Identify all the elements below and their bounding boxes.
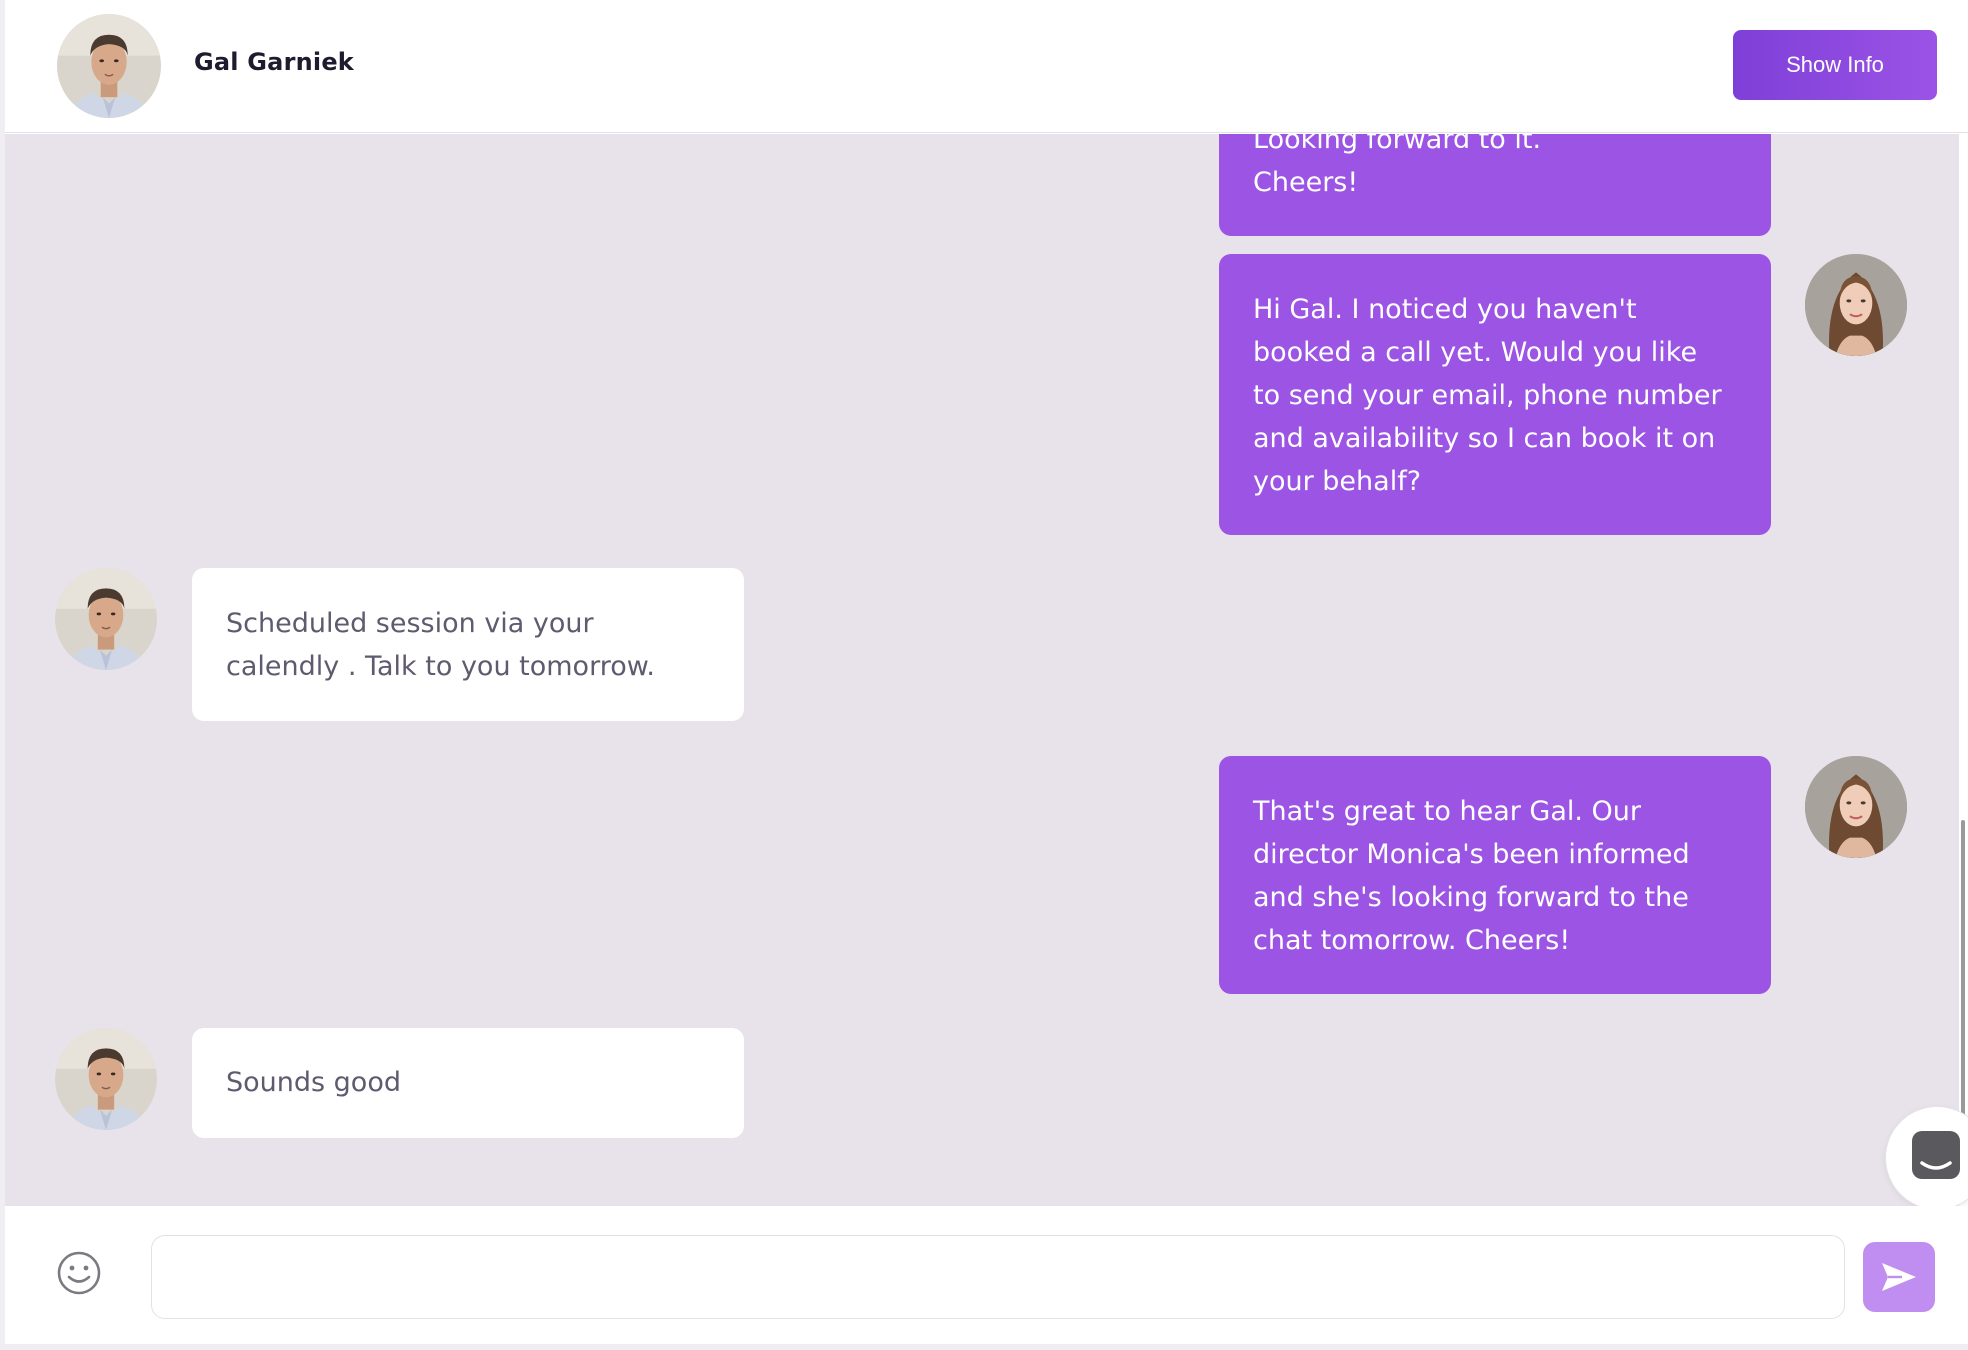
chat-bubble-icon (1912, 1131, 1960, 1179)
send-arrow-icon (1882, 1263, 1916, 1291)
scrollbar-thumb[interactable] (1961, 820, 1965, 1120)
message-list[interactable]: Looking forward to it. Cheers! Hi Gal. I… (5, 134, 1959, 1206)
message-bubble-outgoing: Looking forward to it. Cheers! (1219, 134, 1771, 236)
message-line: director Monica's been informed (1253, 839, 1690, 870)
agent-avatar (1805, 254, 1907, 356)
show-info-button[interactable]: Show Info (1733, 30, 1937, 100)
send-button[interactable] (1863, 1242, 1935, 1312)
agent-avatar (1805, 756, 1907, 858)
message-line: and she's looking forward to the (1253, 882, 1689, 913)
message-bubble-incoming: Sounds good (192, 1028, 744, 1138)
contact-message-avatar (55, 1028, 157, 1130)
message-line: Cheers! (1253, 167, 1359, 198)
message-line: and availability so I can book it on (1253, 423, 1716, 454)
message-line: That's great to hear Gal. Our (1253, 796, 1642, 827)
message-line: your behalf? (1253, 466, 1422, 497)
smiley-icon[interactable] (56, 1250, 102, 1296)
message-line: Hi Gal. I noticed you haven't (1253, 294, 1637, 325)
contact-avatar[interactable] (57, 14, 161, 118)
contact-name: Gal Garniek (194, 48, 354, 76)
message-line: Scheduled session via your (226, 608, 594, 639)
message-line: to send your email, phone number (1253, 380, 1722, 411)
message-line: Looking forward to it. (1253, 134, 1542, 155)
message-line: chat tomorrow. Cheers! (1253, 925, 1571, 956)
chat-header: Gal Garniek Show Info (5, 0, 1968, 133)
contact-message-avatar (55, 568, 157, 670)
message-bubble-outgoing: Hi Gal. I noticed you haven't booked a c… (1219, 254, 1771, 535)
chat-window: Gal Garniek Show Info Looking forward to… (0, 0, 1968, 1350)
message-bubble-incoming: Scheduled session via your calendly . Ta… (192, 568, 744, 721)
message-input[interactable] (151, 1235, 1845, 1319)
message-bubble-outgoing: That's great to hear Gal. Our director M… (1219, 756, 1771, 994)
message-composer (5, 1206, 1968, 1350)
bottom-strip (0, 1344, 1968, 1350)
message-line: Sounds good (226, 1067, 401, 1098)
message-line: booked a call yet. Would you like (1253, 337, 1698, 368)
message-line: calendly . Talk to you tomorrow. (226, 651, 655, 682)
